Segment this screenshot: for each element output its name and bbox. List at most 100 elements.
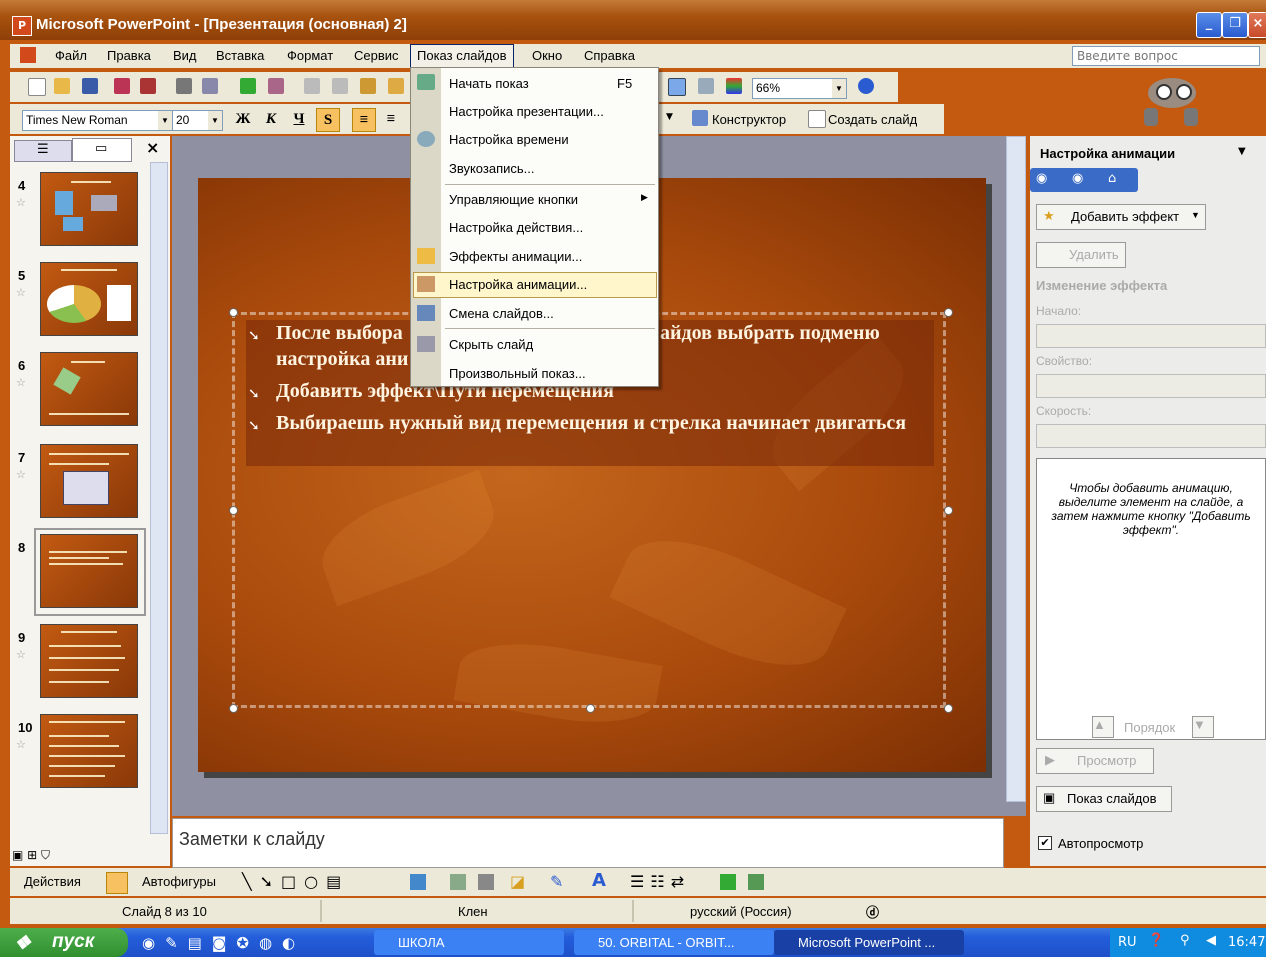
task-orbital[interactable]: 50. ORBITAL - ORBIT...	[574, 930, 774, 955]
view-buttons[interactable]: ▣ ⊞ ⛉	[12, 848, 82, 864]
notes-pane[interactable]: Заметки к слайду	[172, 818, 1004, 868]
minimize-button[interactable]: _	[1196, 12, 1222, 38]
property-select[interactable]	[1036, 374, 1266, 398]
line-color-icon[interactable]: ✎	[550, 872, 563, 891]
font-size-select[interactable]: 20 ▼	[172, 110, 223, 131]
help-icon[interactable]	[858, 78, 874, 94]
resize-handle[interactable]	[944, 308, 953, 317]
office-assistant-icon[interactable]	[1138, 70, 1208, 128]
actions-menu[interactable]: Действия	[24, 874, 81, 889]
menu-custom-shows[interactable]: Произвольный показ...	[449, 366, 586, 381]
spelling-icon[interactable]	[240, 78, 256, 94]
fill-color-icon[interactable]: ◪	[510, 872, 525, 891]
animation-list[interactable]: Чтобы добавить анимацию, выделите элемен…	[1036, 458, 1266, 740]
home-icon[interactable]: ⌂	[1108, 171, 1116, 186]
bold-button[interactable]: Ж	[232, 108, 254, 130]
slide-thumbnail-7[interactable]	[40, 444, 138, 518]
font-name-select[interactable]: Times New Roman ▼	[22, 110, 173, 131]
menu-animation-schemes[interactable]: Эффекты анимации...	[449, 249, 582, 264]
menu-edit[interactable]: Правка	[107, 48, 151, 63]
menu-help[interactable]: Справка	[584, 48, 635, 63]
back-icon[interactable]: ◉	[1036, 171, 1047, 186]
shadow-style-icon[interactable]	[720, 874, 736, 890]
pane-menu-icon[interactable]: ▼	[1238, 146, 1246, 157]
research-icon[interactable]	[268, 78, 284, 94]
spelling-status-icon[interactable]: ⓓ	[866, 902, 879, 921]
line-style-icons[interactable]: ☰☷⇄	[630, 872, 690, 891]
menu-slide-transition[interactable]: Смена слайдов...	[449, 306, 554, 321]
preview-button[interactable]: ▶ Просмотр	[1036, 748, 1154, 774]
slide-thumbnail-5[interactable]	[40, 262, 138, 336]
color-grayscale-icon[interactable]	[726, 78, 742, 94]
task-school[interactable]: ШКОЛА	[374, 930, 564, 955]
forward-icon[interactable]: ◉	[1072, 171, 1083, 186]
print-preview-icon[interactable]	[202, 78, 218, 94]
language-tray[interactable]: RU	[1118, 935, 1137, 950]
slide-thumbnail-4[interactable]	[40, 172, 138, 246]
permission-icon[interactable]	[114, 78, 130, 94]
align-left-button[interactable]: ≡	[352, 108, 376, 132]
3d-style-icon[interactable]	[748, 874, 764, 890]
move-down-button[interactable]: ▼	[1192, 716, 1214, 738]
restore-button[interactable]: ❐	[1222, 12, 1248, 38]
paste-icon[interactable]	[360, 78, 376, 94]
resize-handle[interactable]	[586, 704, 595, 713]
menu-file[interactable]: Файл	[55, 48, 87, 63]
move-up-button[interactable]: ▲	[1092, 716, 1114, 738]
slide-thumbnail-6[interactable]	[40, 352, 138, 426]
align-center-button[interactable]: ≡	[380, 108, 402, 130]
close-pane-button[interactable]: ×	[146, 138, 159, 157]
slides-tab[interactable]: ▭	[72, 138, 132, 162]
picture-icon[interactable]	[478, 874, 494, 890]
print-icon[interactable]	[176, 78, 192, 94]
resize-handle[interactable]	[229, 704, 238, 713]
resize-handle[interactable]	[229, 506, 238, 515]
menu-start-show[interactable]: Начать показ	[449, 76, 529, 91]
menu-action-buttons[interactable]: Управляющие кнопки	[449, 192, 578, 207]
shadow-button[interactable]: S	[316, 108, 340, 132]
slideshow-button[interactable]: ▣ Показ слайдов	[1036, 786, 1172, 812]
add-effect-button[interactable]: ★ Добавить эффект ▼	[1036, 204, 1206, 230]
slide-thumbnail-8[interactable]	[40, 534, 138, 608]
powerpoint-app-icon[interactable]: P	[12, 16, 32, 36]
menu-custom-animation[interactable]: Настройка анимации...	[449, 277, 587, 292]
slide-thumbnail-9[interactable]	[40, 624, 138, 698]
quick-launch-icons[interactable]: ◉✎▤◙✪◍◐	[142, 934, 342, 952]
menu-record-narration[interactable]: Звукозапись...	[449, 161, 535, 176]
autoshapes-menu[interactable]: Автофигуры	[142, 874, 216, 889]
outline-tab[interactable]: ☰	[14, 140, 72, 162]
shape-tools[interactable]: ╲➘□○▤	[242, 872, 349, 891]
network-icon[interactable]: ⚲	[1180, 933, 1190, 948]
document-icon[interactable]	[20, 47, 36, 63]
open-icon[interactable]	[54, 78, 70, 94]
menu-tools[interactable]: Сервис	[354, 48, 399, 63]
menu-hide-slide[interactable]: Скрыть слайд	[449, 337, 533, 352]
wordart-icon[interactable]	[410, 874, 426, 890]
task-powerpoint[interactable]: Microsoft PowerPoint ...	[774, 930, 964, 955]
clipart-icon[interactable]	[450, 874, 466, 890]
new-icon[interactable]	[28, 78, 46, 96]
start-button[interactable]: ❖ пуск	[0, 928, 128, 957]
ask-question-input[interactable]: Введите вопрос	[1072, 46, 1260, 66]
speed-select[interactable]	[1036, 424, 1266, 448]
italic-button[interactable]: К	[260, 108, 282, 130]
resize-handle[interactable]	[229, 308, 238, 317]
font-color-icon[interactable]: A	[592, 870, 606, 891]
menu-format[interactable]: Формат	[287, 48, 333, 63]
resize-handle[interactable]	[944, 704, 953, 713]
slide-scrollbar[interactable]	[1006, 136, 1026, 802]
thumbnails-scrollbar[interactable]	[150, 162, 168, 834]
close-window-button[interactable]: ×	[1248, 12, 1266, 38]
email-icon[interactable]	[140, 78, 156, 94]
grid-icon[interactable]	[698, 78, 714, 94]
resize-handle[interactable]	[944, 506, 953, 515]
menu-window[interactable]: Окно	[532, 48, 562, 63]
menu-setup-show[interactable]: Настройка презентации...	[449, 104, 604, 119]
save-icon[interactable]	[82, 78, 98, 94]
remove-button[interactable]: Удалить	[1036, 242, 1126, 268]
underline-button[interactable]: Ч	[288, 108, 310, 130]
start-select[interactable]	[1036, 324, 1266, 348]
select-pointer-icon[interactable]	[106, 872, 128, 894]
expand-icon[interactable]	[668, 78, 686, 96]
menu-rehearse-timings[interactable]: Настройка времени	[449, 132, 569, 147]
